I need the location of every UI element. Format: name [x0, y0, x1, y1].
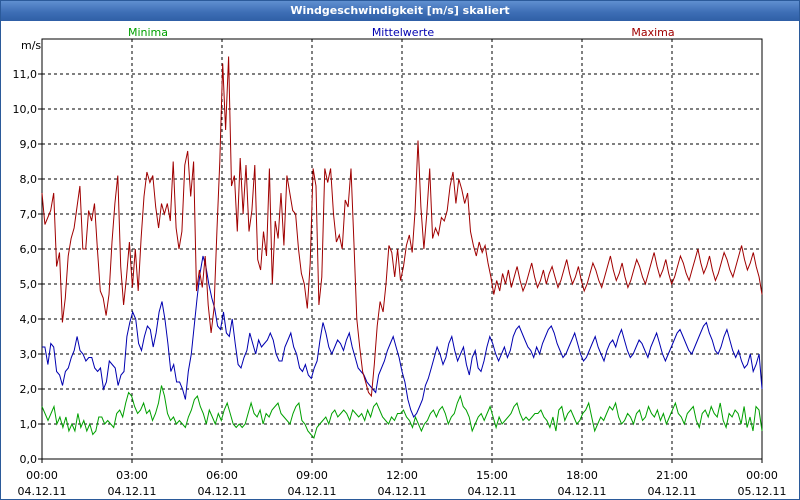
y-tick-label: 2,0	[20, 383, 38, 396]
x-tick-date-label: 04.12.11	[18, 485, 67, 498]
x-tick-date-label: 04.12.11	[558, 485, 607, 498]
y-tick-label: 9,0	[20, 138, 38, 151]
y-tick-label: 8,0	[20, 173, 38, 186]
x-tick-date-label: 04.12.11	[648, 485, 697, 498]
y-tick-label: 11,0	[13, 68, 38, 81]
x-tick-time-label: 06:00	[206, 469, 238, 482]
y-tick-label: 7,0	[20, 208, 38, 221]
legend-item-mittelwerte: Mittelwerte	[372, 26, 435, 39]
y-tick-label: 4,0	[20, 313, 38, 326]
window-title: Windgeschwindigkeit [m/s] skaliert	[1, 1, 799, 21]
y-tick-label: 10,0	[13, 103, 38, 116]
y-tick-label: 6,0	[20, 243, 38, 256]
y-tick-label: 3,0	[20, 348, 38, 361]
y-tick-label: 1,0	[20, 418, 38, 431]
x-tick-date-label: 04.12.11	[288, 485, 337, 498]
x-tick-date-label: 04.12.11	[378, 485, 427, 498]
x-tick-time-label: 09:00	[296, 469, 328, 482]
x-tick-time-label: 21:00	[656, 469, 688, 482]
x-tick-time-label: 15:00	[476, 469, 508, 482]
x-tick-time-label: 12:00	[386, 469, 418, 482]
y-tick-label: 0,0	[20, 453, 38, 466]
y-tick-label: 5,0	[20, 278, 38, 291]
grid	[42, 39, 762, 459]
x-tick-date-label: 04.12.11	[468, 485, 517, 498]
x-tick-time-label: 00:00	[26, 469, 58, 482]
wind-speed-chart: 0,0 1,0 2,0 3,0 4,0 5,0 6,0 7,0 8,0 9,0 10,0 11,0 00…	[13, 26, 787, 498]
legend-item-minima: Minima	[128, 26, 168, 39]
x-tick-time-label: 00:00	[746, 469, 778, 482]
legend: Minima Mittelwerte Maxima	[128, 26, 675, 39]
x-tick-time-label: 18:00	[566, 469, 598, 482]
x-tick-time-label: 03:00	[116, 469, 148, 482]
x-tick-date-label: 04.12.11	[108, 485, 157, 498]
chart-window: Windgeschwindigkeit [m/s] skaliert 0,0 1,…	[0, 0, 800, 500]
x-tick-date-label: 05.12.11	[738, 485, 787, 498]
legend-item-maxima: Maxima	[631, 26, 674, 39]
x-tick-date-label: 04.12.11	[198, 485, 247, 498]
y-axis-label: m/s	[21, 39, 41, 52]
